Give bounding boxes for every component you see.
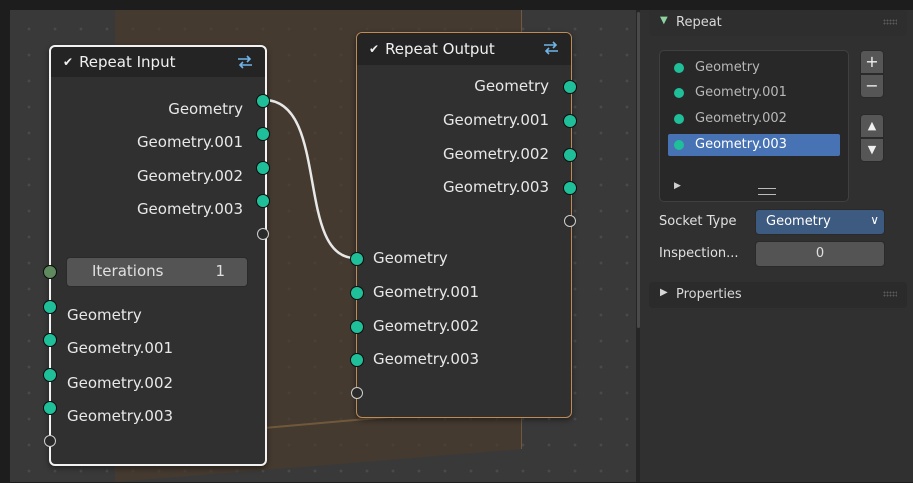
input-label: Geometry.001 bbox=[373, 283, 480, 301]
output-socket-geometry-001[interactable] bbox=[256, 127, 270, 141]
output-label: Geometry.001 bbox=[442, 111, 549, 129]
collapse-triangle-icon[interactable]: ▶ bbox=[660, 287, 668, 298]
expand-triangle-icon[interactable]: ▼ bbox=[660, 15, 668, 26]
output-socket-geometry-001[interactable] bbox=[563, 114, 577, 128]
move-down-button[interactable]: ▼ bbox=[860, 138, 884, 162]
output-label: Geometry.002 bbox=[136, 167, 243, 185]
geometry-socket-icon bbox=[674, 140, 684, 150]
list-item-selected[interactable]: Geometry.003 bbox=[668, 134, 840, 156]
properties-panel-title: Properties bbox=[676, 287, 742, 302]
remove-socket-button[interactable]: − bbox=[860, 74, 884, 98]
inspection-field[interactable]: 0 bbox=[755, 241, 885, 267]
input-label: Geometry.002 bbox=[67, 374, 174, 392]
repeat-zone-icon bbox=[544, 41, 558, 55]
output-label: Geometry.003 bbox=[136, 200, 243, 218]
drag-grip-icon[interactable] bbox=[883, 19, 897, 25]
output-socket-geometry-002[interactable] bbox=[256, 161, 270, 175]
socket-type-dropdown[interactable]: Geometry ∨ bbox=[755, 209, 885, 235]
socket-list[interactable]: Geometry Geometry.001 Geometry.002 Geome… bbox=[659, 50, 849, 202]
input-label: Geometry.003 bbox=[67, 407, 174, 425]
input-label: Geometry.003 bbox=[373, 350, 480, 368]
input-socket-empty[interactable] bbox=[44, 435, 56, 447]
input-socket-geometry-002[interactable] bbox=[350, 320, 364, 334]
inspection-label: Inspection... bbox=[659, 246, 739, 261]
chevron-down-icon[interactable]: ✔ bbox=[369, 42, 379, 56]
list-item-label: Geometry bbox=[695, 60, 760, 75]
output-socket-empty[interactable] bbox=[257, 228, 269, 240]
list-item[interactable]: Geometry.001 bbox=[668, 82, 840, 104]
input-socket-geometry-002[interactable] bbox=[43, 368, 57, 382]
output-label: Geometry.003 bbox=[442, 178, 549, 196]
input-socket-iterations[interactable] bbox=[43, 265, 57, 279]
output-label: Geometry bbox=[168, 100, 243, 118]
iterations-value: 1 bbox=[215, 262, 225, 280]
geometry-socket-icon bbox=[674, 114, 684, 124]
input-socket-empty[interactable] bbox=[351, 387, 363, 399]
properties-panel-header[interactable]: ▶ Properties bbox=[649, 282, 907, 308]
output-label: Geometry bbox=[474, 77, 549, 95]
list-item[interactable]: Geometry.002 bbox=[668, 108, 840, 130]
repeat-input-header[interactable]: ✔ Repeat Input bbox=[51, 47, 265, 77]
node-editor-canvas[interactable]: ✔ Repeat Input Geometry Geometry.001 Geo… bbox=[10, 10, 636, 482]
list-expand-icon[interactable]: ▶ bbox=[674, 181, 681, 191]
repeat-output-header[interactable]: ✔ Repeat Output bbox=[357, 33, 571, 65]
input-socket-geometry-003[interactable] bbox=[350, 353, 364, 367]
socket-type-value: Geometry bbox=[766, 214, 831, 229]
output-socket-geometry-003[interactable] bbox=[563, 181, 577, 195]
input-socket-geometry[interactable] bbox=[43, 300, 57, 314]
list-item-label: Geometry.001 bbox=[695, 85, 787, 100]
input-socket-geometry[interactable] bbox=[350, 252, 364, 266]
input-label: Geometry.001 bbox=[67, 339, 174, 357]
output-socket-geometry-003[interactable] bbox=[256, 194, 270, 208]
repeat-input-title: Repeat Input bbox=[79, 53, 176, 71]
socket-type-label: Socket Type bbox=[659, 214, 737, 229]
output-label: Geometry.002 bbox=[442, 145, 549, 163]
drag-grip-icon[interactable] bbox=[883, 291, 897, 297]
input-label: Geometry bbox=[373, 249, 448, 267]
add-socket-button[interactable]: + bbox=[860, 50, 884, 74]
sidebar-panel: ▼ Repeat Geometry Geometry.001 Geometry.… bbox=[640, 10, 913, 482]
repeat-zone-icon bbox=[238, 55, 252, 69]
list-item-label: Geometry.003 bbox=[695, 137, 787, 152]
output-socket-geometry[interactable] bbox=[256, 94, 270, 108]
chevron-down-icon[interactable]: ✔ bbox=[63, 55, 73, 69]
repeat-output-node[interactable]: ✔ Repeat Output Geometry Geometry.001 Ge… bbox=[356, 32, 572, 418]
move-up-button[interactable]: ▲ bbox=[860, 114, 884, 138]
repeat-output-title: Repeat Output bbox=[385, 40, 495, 58]
repeat-input-node[interactable]: ✔ Repeat Input Geometry Geometry.001 Geo… bbox=[49, 45, 267, 466]
output-socket-geometry[interactable] bbox=[563, 80, 577, 94]
input-label: Geometry bbox=[67, 306, 142, 324]
repeat-panel-title: Repeat bbox=[676, 15, 722, 30]
geometry-socket-icon bbox=[674, 88, 684, 98]
list-item-label: Geometry.002 bbox=[695, 111, 787, 126]
list-item[interactable]: Geometry bbox=[668, 57, 840, 79]
input-label: Geometry.002 bbox=[373, 317, 480, 335]
list-resize-handle-icon[interactable] bbox=[758, 188, 776, 195]
geometry-socket-icon bbox=[674, 63, 684, 73]
input-socket-geometry-001[interactable] bbox=[350, 286, 364, 300]
chevron-down-icon: ∨ bbox=[870, 213, 879, 227]
input-socket-geometry-003[interactable] bbox=[43, 401, 57, 415]
iterations-field[interactable]: Iterations 1 bbox=[66, 257, 248, 287]
output-label: Geometry.001 bbox=[136, 133, 243, 151]
iterations-label: Iterations bbox=[92, 262, 164, 280]
output-socket-geometry-002[interactable] bbox=[563, 148, 577, 162]
input-socket-geometry-001[interactable] bbox=[43, 333, 57, 347]
repeat-panel-header[interactable]: ▼ Repeat bbox=[649, 10, 907, 36]
output-socket-empty[interactable] bbox=[564, 215, 576, 227]
